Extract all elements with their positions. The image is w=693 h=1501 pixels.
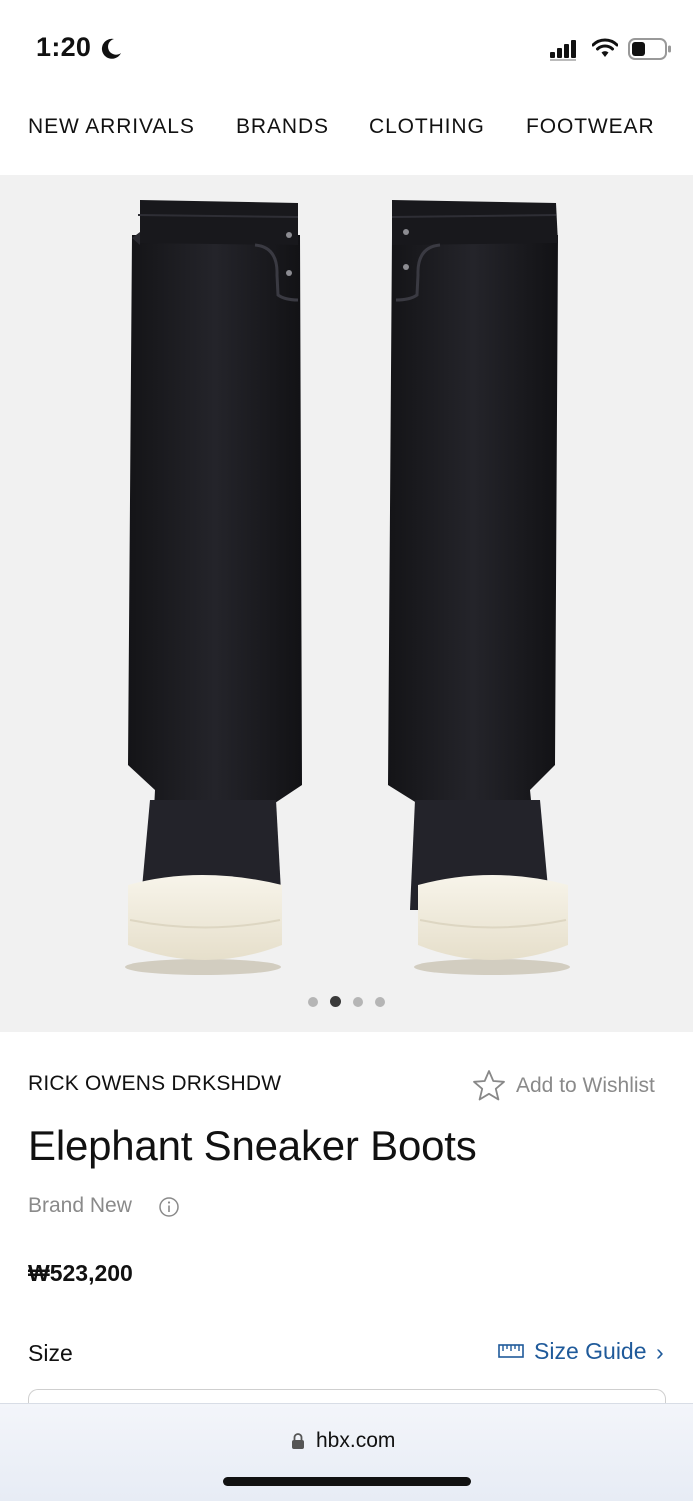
gallery-dot[interactable] [375,996,385,1007]
gallery-dot[interactable] [353,996,363,1007]
moon-icon [101,38,121,59]
browser-address-bar[interactable]: hbx.com [0,1403,693,1501]
product-title: Elephant Sneaker Boots [28,1122,477,1169]
size-guide-label: Size Guide [534,1338,647,1364]
chevron-right-icon: › [656,1339,664,1365]
home-indicator [223,1477,471,1486]
info-icon[interactable] [158,1196,180,1218]
nav-clothing[interactable]: CLOTHING [369,115,485,139]
wishlist-label: Add to Wishlist [516,1074,655,1097]
product-condition: Brand New [28,1194,132,1217]
signal-icon [550,40,576,61]
nav-brands[interactable]: BRANDS [236,115,329,139]
status-time: 1:20 [36,32,92,62]
url-text[interactable]: hbx.com [316,1429,395,1453]
nav-footwear[interactable]: FOOTWEAR [526,115,655,139]
product-image-gallery[interactable] [0,175,693,1032]
nav-new-arrivals[interactable]: NEW ARRIVALS [28,115,195,139]
star-icon [473,1070,505,1101]
category-nav: NEW ARRIVALS BRANDS CLOTHING FOOTWEAR [0,105,693,150]
lock-icon [292,1433,304,1449]
gallery-dot-active[interactable] [330,996,341,1008]
wifi-icon [592,38,618,57]
right-boot [388,200,570,975]
product-price: ₩523,200 [28,1260,133,1286]
ruler-icon [498,1344,524,1358]
product-brand[interactable]: RICK OWENS DRKSHDW [28,1072,281,1096]
battery-icon [628,38,671,60]
product-image [125,200,570,975]
size-label: Size [28,1340,73,1366]
gallery-dot[interactable] [308,996,318,1007]
left-boot [125,200,302,975]
status-bar: 1:20 [0,0,693,90]
gallery-pagination [0,993,693,1008]
